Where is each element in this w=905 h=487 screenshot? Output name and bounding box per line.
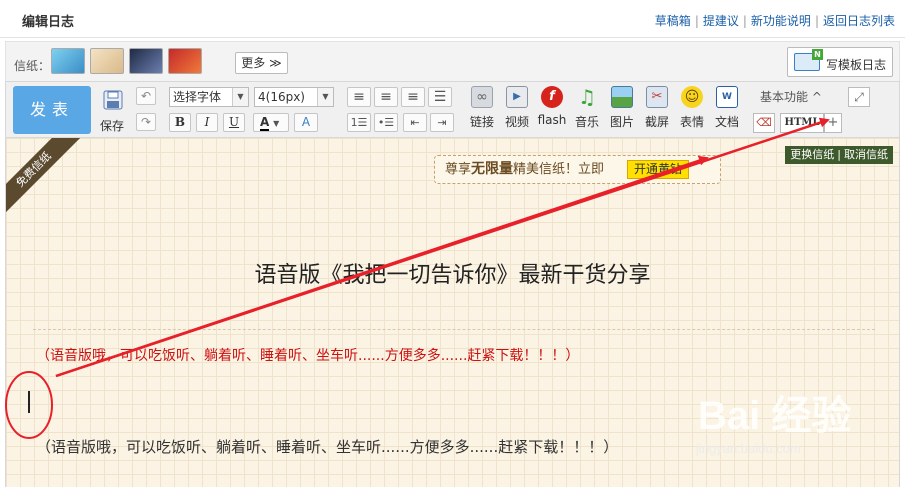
screenshot-button[interactable]: ✂ 截屏 [640,86,674,130]
link-icon: ∞ [471,86,493,108]
insert-music-label: 音乐 [574,115,599,129]
promo-prefix: 尊享 [445,162,472,177]
chevron-down-icon: ▼ [232,88,248,106]
body-text-line: （语音版哦，可以吃饭听、躺着听、睡着听、坐车听......方便多多......赶… [36,438,619,456]
video-icon: ▶ [506,86,528,108]
link-separator: | [742,14,747,28]
insert-link-label: 链接 [469,115,494,129]
expand-plus-button[interactable]: + [824,113,842,133]
highlight-label: A [301,115,311,129]
bold-button[interactable]: B [169,113,191,132]
stationery-thumb-2[interactable] [90,48,124,74]
editor-toolbar: 发表 保存 ↶ ↷ 选择字体 ▼ 4(16px) ▼ B I U A ▼ A ≡… [5,81,900,138]
word-document-icon: W [716,86,738,108]
font-color-button[interactable]: A ▼ [253,113,289,132]
top-links: 草稿箱 | 提建议 | 新功能说明 | 返回日志列表 [655,12,895,29]
eraser-button[interactable]: ⌫ [753,113,775,133]
insert-image-label: 图片 [609,115,634,129]
indent-button[interactable]: ⇥ [430,113,454,132]
page-title: 编辑日志 [22,15,75,30]
insert-link-button[interactable]: ∞ 链接 [465,86,499,130]
fullscreen-button[interactable]: ⤢ [848,87,870,107]
insert-flash-button[interactable]: f flash [535,86,569,127]
music-icon: ♫ [578,85,596,109]
title-bar: 编辑日志 草稿箱 | 提建议 | 新功能说明 | 返回日志列表 [0,0,905,38]
font-color-label: A [260,115,270,131]
insert-video-label: 视频 [504,115,529,129]
free-stationery-label: 免费信纸 [6,138,80,218]
stationery-thumb-1[interactable] [51,48,85,74]
new-features-link[interactable]: 新功能说明 [751,14,811,28]
html-label: HTML [784,117,820,128]
basic-functions-toggle[interactable]: 基本功能 ^ [760,88,822,105]
italic-button[interactable]: I [196,113,218,132]
redo-button[interactable]: ↷ [136,113,156,131]
more-stationery-button[interactable]: 更多 ≫ [235,52,288,74]
promo-bold: 无限量 [471,161,514,177]
save-icon [103,90,123,110]
undo-button[interactable]: ↶ [136,87,156,105]
highlight-button[interactable]: A [294,113,318,132]
template-diary-label: 写模板日志 [826,58,887,72]
image-icon [611,86,633,108]
free-stationery-ribbon: 免费信纸 [6,138,80,218]
insert-music-button[interactable]: ♫ 音乐 [570,86,604,130]
publish-button[interactable]: 发表 [13,86,91,134]
drafts-link[interactable]: 草稿箱 [655,14,691,28]
smiley-icon: ☺ [681,86,703,108]
insert-image-button[interactable]: 图片 [605,86,639,130]
align-left-button[interactable]: ≡ [347,87,371,107]
watermark-logo: Bai 经验 [698,394,852,438]
font-size-value: 4(16px) [258,90,305,104]
unordered-list-button[interactable]: •☰ [374,113,398,132]
html-button[interactable]: HTML [780,113,824,133]
chevron-down-icon: ▼ [317,88,333,106]
emoji-button[interactable]: ☺ 表情 [675,86,709,130]
back-to-list-link[interactable]: 返回日志列表 [823,14,895,28]
align-justify-button[interactable]: ☰ [428,87,452,107]
cancel-stationery-link[interactable]: 取消信纸 [844,148,888,161]
align-center-button[interactable]: ≡ [374,87,398,107]
red-text-line: （语音版哦，可以吃饭听、躺着听、睡着听、坐车听......方便多多......赶… [36,348,580,364]
stationery-label: 信纸： [14,59,51,73]
insert-video-button[interactable]: ▶ 视频 [500,86,534,130]
feedback-link[interactable]: 提建议 [703,14,739,28]
emoji-label: 表情 [679,115,704,129]
watermark-url: jingyan.baidu.com [696,441,801,456]
stationery-thumb-4[interactable] [168,48,202,74]
text-caret [28,391,30,413]
font-family-select[interactable]: 选择字体 ▼ [169,87,249,107]
editor-area[interactable]: 免费信纸 尊享无限量精美信纸！立即 开通黄钻 更换信纸 | 取消信纸 语音版《我把一… [5,138,900,487]
template-diary-button[interactable]: N 写模板日志 [787,47,893,77]
underline-button[interactable]: U [223,113,245,132]
new-badge: N [812,49,823,60]
stationery-bar: 信纸： 更多 ≫ N 写模板日志 [5,41,900,81]
font-family-value: 选择字体 [173,90,222,104]
stationery-thumb-3[interactable] [129,48,163,74]
article-heading: 语音版《我把一切告诉你》最新干货分享 [254,263,651,288]
screenshot-label: 截屏 [644,115,669,129]
dashed-divider [33,329,875,330]
insert-document-button[interactable]: W 文档 [710,86,744,130]
flash-icon: f [541,86,563,108]
change-stationery-link[interactable]: 更换信纸 [790,148,834,161]
promo-suffix: 精美信纸！立即 [513,162,605,177]
save-label: 保存 [100,119,125,133]
font-size-select[interactable]: 4(16px) ▼ [254,87,334,107]
insert-document-label: 文档 [714,115,739,129]
ordered-list-button[interactable]: 1☰ [347,113,371,132]
outdent-button[interactable]: ⇤ [403,113,427,132]
insert-flash-label: flash [537,113,567,127]
align-right-button[interactable]: ≡ [401,87,425,107]
link-separator: | [814,14,819,28]
chevron-down-icon: ▼ [273,119,280,128]
save-button[interactable]: 保存 [97,86,129,134]
promo-banner: 尊享无限量精美信纸！立即 开通黄钻 [434,155,721,184]
scissors-icon: ✂ [646,86,668,108]
stationery-actions: 更换信纸 | 取消信纸 [785,146,893,164]
link-separator: | [837,148,841,161]
link-separator: | [694,14,699,28]
open-yellow-diamond-button[interactable]: 开通黄钻 [627,160,690,179]
